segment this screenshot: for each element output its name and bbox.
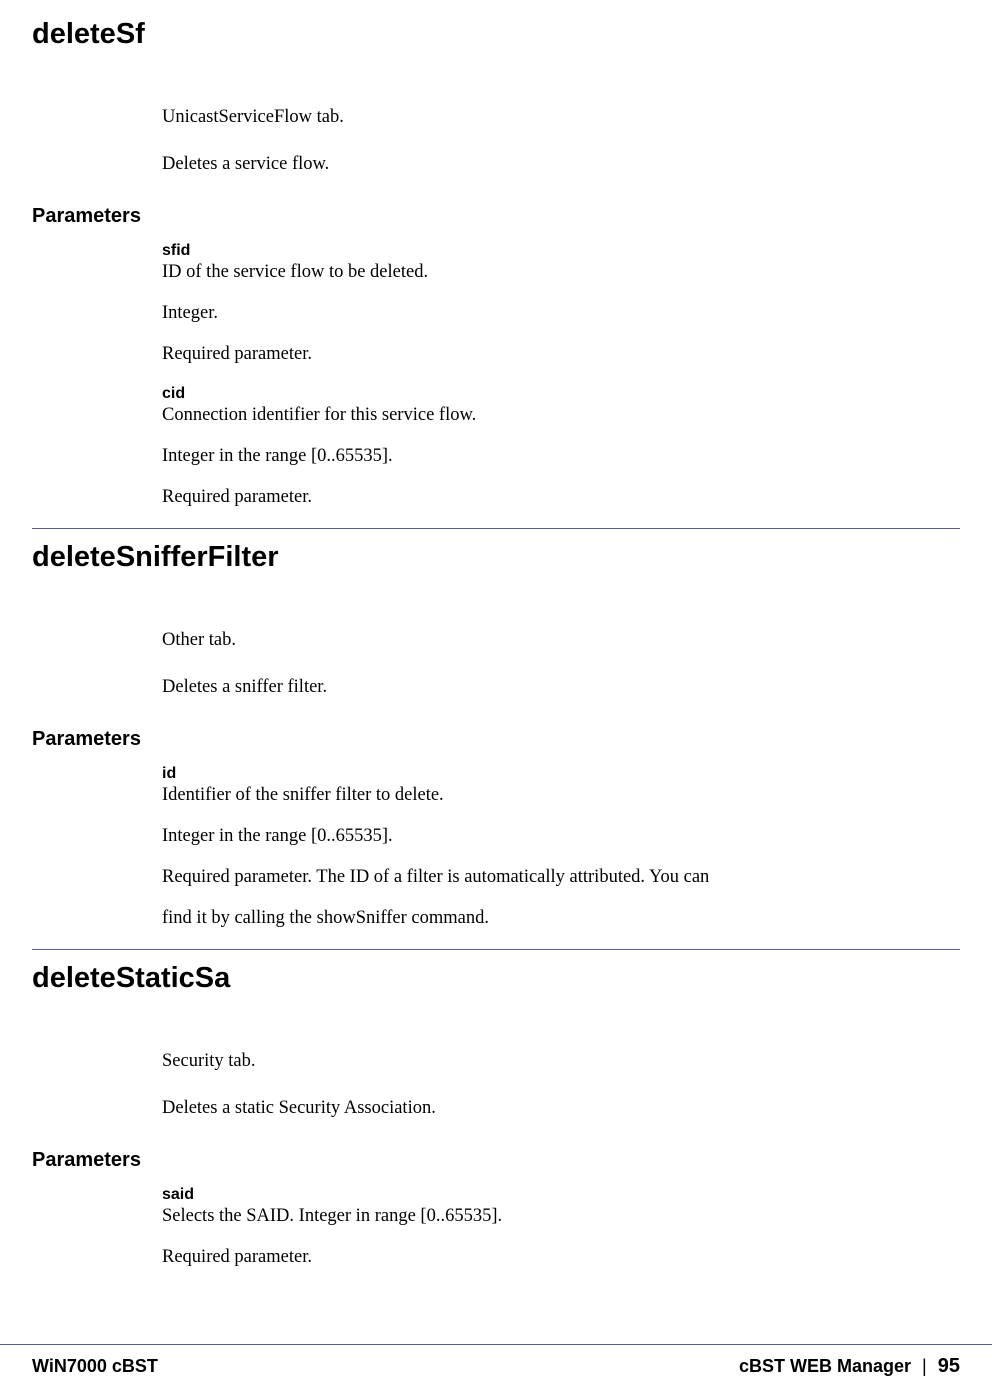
parameters-heading: Parameters xyxy=(32,1149,960,1172)
intro-line: Deletes a service flow. xyxy=(162,152,960,177)
param-name: id xyxy=(162,765,960,783)
param-desc: Required parameter. xyxy=(162,344,960,365)
section-intro: Security tab. Deletes a static Security … xyxy=(162,1049,960,1121)
footer-page-number: 95 xyxy=(938,1355,960,1377)
parameters-heading: Parameters xyxy=(32,205,960,228)
param-name: cid xyxy=(162,385,960,403)
parameters-heading: Parameters xyxy=(32,728,960,751)
intro-line: Other tab. xyxy=(162,628,960,653)
param-desc: find it by calling the showSniffer comma… xyxy=(162,908,960,929)
footer-section-label: cBST WEB Manager xyxy=(739,1356,911,1376)
footer-left: WiN7000 cBST xyxy=(32,1356,158,1377)
intro-line: Deletes a sniffer filter. xyxy=(162,675,960,700)
document-page: deleteSf UnicastServiceFlow tab. Deletes… xyxy=(0,0,992,1268)
param-desc: Integer. xyxy=(162,303,960,324)
param-desc: Integer in the range [0..65535]. xyxy=(162,826,960,847)
param-desc: ID of the service flow to be deleted. xyxy=(162,262,960,283)
footer-separator: | xyxy=(922,1356,927,1376)
param-name: said xyxy=(162,1186,960,1204)
page-footer: WiN7000 cBST cBST WEB Manager | 95 xyxy=(0,1344,992,1378)
section-heading: deleteStaticSa xyxy=(32,949,960,1005)
section-heading: deleteSf xyxy=(32,0,960,61)
intro-line: Security tab. xyxy=(162,1049,960,1074)
param-desc: Required parameter. xyxy=(162,487,960,508)
param-desc: Required parameter. xyxy=(162,1247,960,1268)
section-intro: UnicastServiceFlow tab. Deletes a servic… xyxy=(162,105,960,177)
param-desc: Integer in the range [0..65535]. xyxy=(162,446,960,467)
param-desc: Required parameter. The ID of a filter i… xyxy=(162,867,960,888)
param-desc: Connection identifier for this service f… xyxy=(162,405,960,426)
section-intro: Other tab. Deletes a sniffer filter. xyxy=(162,628,960,700)
intro-line: Deletes a static Security Association. xyxy=(162,1096,960,1121)
param-name: sfid xyxy=(162,242,960,260)
param-desc: Selects the SAID. Integer in range [0..6… xyxy=(162,1206,960,1227)
footer-right: cBST WEB Manager | 95 xyxy=(739,1355,960,1378)
section-heading: deleteSnifferFilter xyxy=(32,528,960,584)
param-desc: Identifier of the sniffer filter to dele… xyxy=(162,785,960,806)
intro-line: UnicastServiceFlow tab. xyxy=(162,105,960,130)
